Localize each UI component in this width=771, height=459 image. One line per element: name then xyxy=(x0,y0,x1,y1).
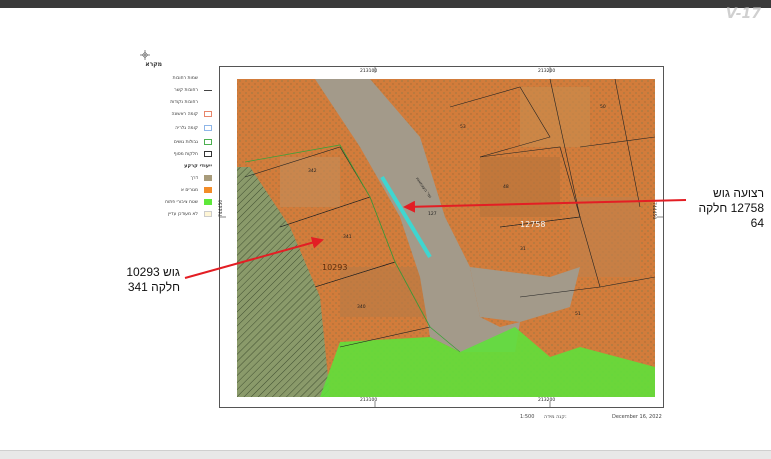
footer-date: December 16, 2022 xyxy=(612,414,662,420)
legend-item-point-streets: רחובות נקודות xyxy=(112,98,212,106)
legend-zoning-not-updated: לא מעודכן עדיין xyxy=(112,210,212,218)
grid-label-top-1: 213100 xyxy=(360,69,378,74)
legend-item-parcels: חלקות מסוף xyxy=(112,150,212,158)
block-label-10293: 10293 xyxy=(322,263,348,272)
block-label-12758: 12758 xyxy=(520,220,546,229)
legend-box-icon xyxy=(204,139,212,145)
legend-line-icon xyxy=(204,89,212,91)
footer-scale: 1:500 קנה מידה: xyxy=(520,414,567,420)
legend-box-icon xyxy=(204,111,212,117)
legend-fill-icon xyxy=(204,199,212,205)
legend-title: מקרא xyxy=(145,61,162,68)
parcel-label-51: 51 xyxy=(575,312,581,317)
parcel-label-127: 127 xyxy=(428,212,437,217)
legend-zoning-road: דרך xyxy=(112,174,212,182)
legend-fill-icon xyxy=(204,211,212,217)
grid-label-top-2: 213200 xyxy=(538,69,556,74)
legend-zoning-title: ייעודי קרקע xyxy=(184,163,212,169)
legend-item-block-borders: גבולות גושים xyxy=(112,138,212,146)
parcel-label-50: 50 xyxy=(600,105,606,110)
parcel-label-48: 48 xyxy=(503,185,509,190)
legend-zoning-open-space: שטח ציבורי פתוח xyxy=(112,198,212,206)
legend-item-connector-streets: רחובות קשר xyxy=(112,86,212,94)
grid-label-bottom-1: 213100 xyxy=(360,398,378,403)
top-bar xyxy=(0,0,771,8)
grid-label-left: 744450 xyxy=(219,199,224,217)
cadastral-map xyxy=(220,67,663,407)
parcel-label-341: 341 xyxy=(343,235,352,240)
parcel-label-342: 342 xyxy=(308,169,317,174)
parcel-label-340: 340 xyxy=(357,305,366,310)
annotation-left: גוש 10293 חלקה 341 xyxy=(126,265,180,294)
legend-text-icon xyxy=(204,75,212,81)
parcel-label-53: 53 xyxy=(460,125,466,130)
annotation-right: רצועה גוש 12758 חלקה 64 xyxy=(698,186,764,230)
legend-item-gallery-floor: קומה גלריה xyxy=(112,124,212,132)
map-frame: 213100 213200 213100 213200 744450 74445… xyxy=(219,66,664,408)
legend-fill-icon xyxy=(204,187,212,193)
parcel-label-31: 31 xyxy=(520,247,526,252)
grid-label-bottom-2: 213200 xyxy=(538,398,556,403)
legend-zoning-residential: מגורים א xyxy=(112,186,212,194)
corner-logo: V-17 xyxy=(725,6,761,22)
legend-item-street-names: שמות רחובות xyxy=(112,74,212,82)
legend-fill-icon xyxy=(204,175,212,181)
legend-box-icon xyxy=(204,125,212,131)
north-arrow-icon xyxy=(140,50,150,60)
legend-box-icon xyxy=(204,151,212,157)
legend-item-first-floor: קומה ראשונה xyxy=(112,110,212,118)
grid-label-right: 744450 xyxy=(651,202,656,220)
legend-text-icon xyxy=(204,99,212,105)
